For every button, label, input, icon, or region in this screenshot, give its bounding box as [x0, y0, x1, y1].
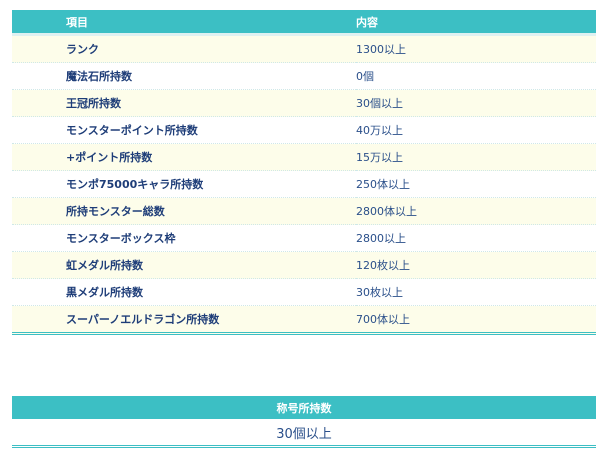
row-item-label: 黒メダル所持数	[12, 278, 356, 306]
title-count-value: 30個以上	[12, 419, 596, 448]
row-item-label: +ポイント所持数	[12, 143, 356, 171]
row-item-value: 40万以上	[356, 116, 596, 144]
title-header-row: 称号所持数	[12, 396, 596, 419]
row-item-value: 30枚以上	[356, 278, 596, 306]
table-row: ランク 1300以上	[12, 34, 596, 63]
table-row: スーパーノエルドラゴン所持数 700体以上	[12, 305, 596, 335]
table-row: +ポイント所持数 15万以上	[12, 143, 596, 171]
row-item-value: 120枚以上	[356, 251, 596, 279]
row-item-value: 0個	[356, 62, 596, 90]
title-count-table: 称号所持数 30個以上	[12, 396, 596, 448]
page: 項目 内容 ランク 1300以上 魔法石所持数 0個 王冠所持数 30個以上 モ…	[0, 0, 600, 459]
table-row: 魔法石所持数 0個	[12, 62, 596, 90]
row-item-value: 2800以上	[356, 224, 596, 252]
row-item-label: モンスターボックス枠	[12, 224, 356, 252]
row-item-value: 1300以上	[356, 34, 596, 63]
row-item-value: 30個以上	[356, 89, 596, 117]
row-item-label: 王冠所持数	[12, 89, 356, 117]
row-item-value: 15万以上	[356, 143, 596, 171]
table-row: 30個以上	[12, 419, 596, 448]
row-item-label: 魔法石所持数	[12, 62, 356, 90]
table-row: モンスターボックス枠 2800以上	[12, 224, 596, 252]
table-header-row: 項目 内容	[12, 10, 596, 36]
row-item-value: 2800体以上	[356, 197, 596, 225]
row-item-label: モンスターポイント所持数	[12, 116, 356, 144]
table-row: モンスターポイント所持数 40万以上	[12, 116, 596, 144]
table-row: 王冠所持数 30個以上	[12, 89, 596, 117]
header-content: 内容	[356, 10, 596, 36]
row-item-label: 所持モンスター総数	[12, 197, 356, 225]
title-header: 称号所持数	[12, 396, 596, 419]
row-item-label: 虹メダル所持数	[12, 251, 356, 279]
row-item-label: スーパーノエルドラゴン所持数	[12, 305, 356, 335]
table-row: 黒メダル所持数 30枚以上	[12, 278, 596, 306]
row-item-label: モンポ75000キャラ所持数	[12, 170, 356, 198]
table-row: モンポ75000キャラ所持数 250体以上	[12, 170, 596, 198]
table-row: 虹メダル所持数 120枚以上	[12, 251, 596, 279]
row-item-value: 700体以上	[356, 305, 596, 335]
header-item: 項目	[12, 10, 356, 36]
row-item-label: ランク	[12, 34, 356, 63]
requirements-table: 項目 内容 ランク 1300以上 魔法石所持数 0個 王冠所持数 30個以上 モ…	[12, 10, 596, 335]
table-row: 所持モンスター総数 2800体以上	[12, 197, 596, 225]
row-item-value: 250体以上	[356, 170, 596, 198]
